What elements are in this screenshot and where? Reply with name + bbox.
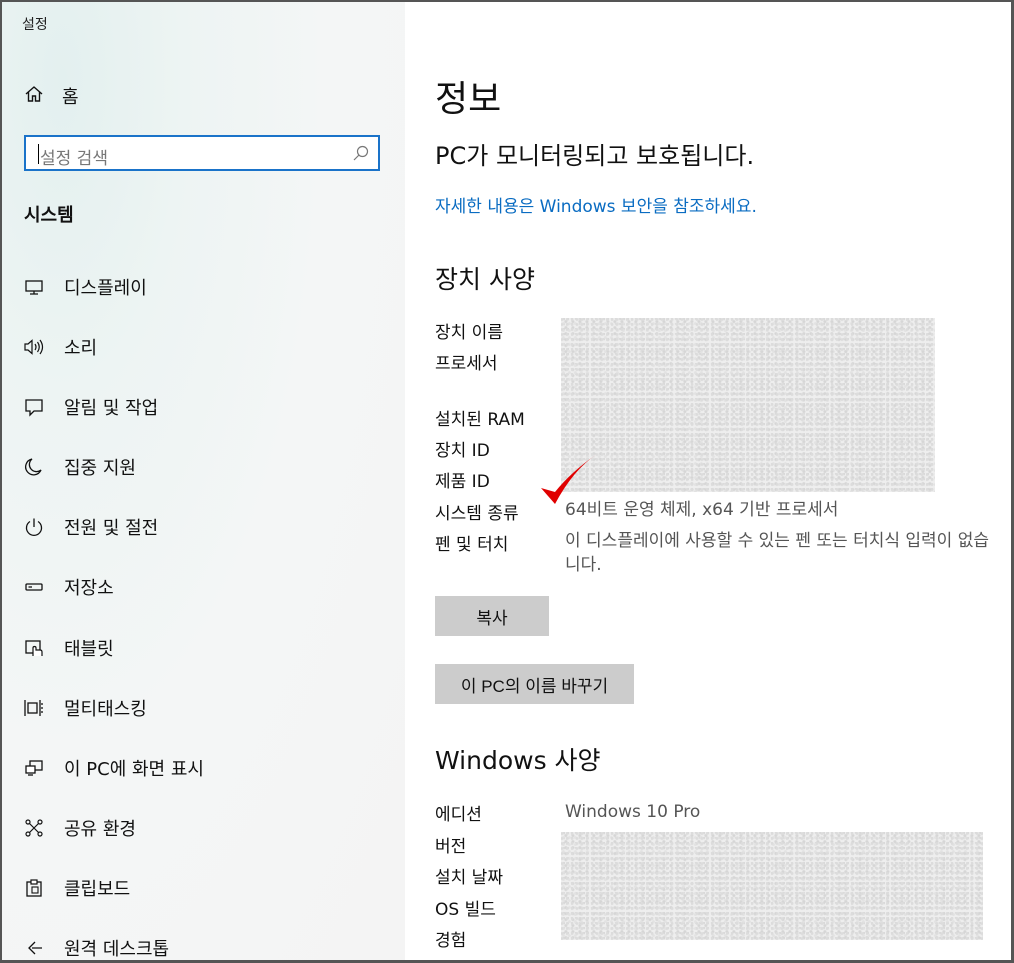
sidebar-item-sound[interactable]: 소리 xyxy=(22,332,97,362)
sidebar-item-project[interactable]: 이 PC에 화면 표시 xyxy=(22,753,204,783)
sidebar-item-display[interactable]: 디스플레이 xyxy=(22,272,147,302)
home-nav[interactable]: 홈 xyxy=(24,82,79,110)
pen-touch-label: 펜 및 터치 xyxy=(435,535,509,555)
sidebar-item-focus-assist[interactable]: 집중 지원 xyxy=(22,452,136,482)
redacted-device-info xyxy=(561,318,935,492)
multitasking-icon xyxy=(22,696,46,720)
share-icon xyxy=(22,816,46,840)
speaker-icon xyxy=(22,335,46,359)
edition-label: 에디션 xyxy=(435,805,482,825)
main-content: 정보 PC가 모니터링되고 보호됩니다. 자세한 내용은 Windows 보안을… xyxy=(405,2,1011,960)
remote-desktop-icon xyxy=(22,936,46,960)
sidebar-item-notifications[interactable]: 알림 및 작업 xyxy=(22,392,158,422)
redacted-windows-info xyxy=(561,832,983,940)
clipboard-icon xyxy=(22,876,46,900)
sidebar-item-label: 디스플레이 xyxy=(64,278,147,299)
os-build-label: OS 빌드 xyxy=(435,900,496,920)
ram-label: 설치된 RAM xyxy=(435,410,525,430)
windows-specs-heading: Windows 사양 xyxy=(435,746,601,775)
search-input[interactable]: 설정 검색 xyxy=(24,135,380,171)
project-icon xyxy=(22,756,46,780)
section-label: 시스템 xyxy=(24,205,74,226)
page-title: 정보 xyxy=(435,79,502,120)
install-date-label: 설치 날짜 xyxy=(435,868,503,888)
power-icon xyxy=(22,515,46,539)
search-placeholder: 설정 검색 xyxy=(40,149,108,169)
security-link[interactable]: 자세한 내용은 Windows 보안을 참조하세요. xyxy=(435,192,757,217)
system-type-value: 64비트 운영 체제, x64 기반 프로세서 xyxy=(565,500,839,520)
device-name-label: 장치 이름 xyxy=(435,323,503,343)
sidebar-item-label: 공유 환경 xyxy=(64,819,136,840)
sidebar-item-label: 클립보드 xyxy=(64,879,131,900)
sidebar-item-multitasking[interactable]: 멀티태스킹 xyxy=(22,693,147,723)
monitor-icon xyxy=(22,275,46,299)
pen-touch-value: 이 디스플레이에 사용할 수 있는 펜 또는 터치식 입력이 없습니다. xyxy=(565,531,989,575)
sidebar-item-label: 태블릿 xyxy=(64,639,114,660)
edition-value: Windows 10 Pro xyxy=(565,802,701,822)
sidebar-item-label: 소리 xyxy=(64,338,98,359)
sidebar: 설정 홈 설정 검색 시스템 디스플레이 소리 알림 및 작업 집중 지원 전원… xyxy=(2,2,405,960)
sidebar-item-power[interactable]: 전원 및 절전 xyxy=(22,512,158,542)
copy-button[interactable]: 복사 xyxy=(435,596,549,636)
sidebar-item-label: 알림 및 작업 xyxy=(64,398,159,419)
home-icon xyxy=(24,84,44,108)
sidebar-item-label: 저장소 xyxy=(64,578,114,599)
sidebar-item-shared-experiences[interactable]: 공유 환경 xyxy=(22,813,136,843)
sidebar-item-tablet[interactable]: 태블릿 xyxy=(22,633,114,663)
sidebar-item-label: 이 PC에 화면 표시 xyxy=(64,759,204,780)
system-type-label: 시스템 종류 xyxy=(435,504,519,524)
device-specs-heading: 장치 사양 xyxy=(435,265,535,294)
processor-label: 프로세서 xyxy=(435,354,498,374)
experience-label: 경험 xyxy=(435,931,467,951)
sidebar-item-label: 멀티태스킹 xyxy=(64,699,147,720)
settings-window: 설정 홈 설정 검색 시스템 디스플레이 소리 알림 및 작업 집중 지원 전원… xyxy=(2,2,1011,960)
product-id-label: 제품 ID xyxy=(435,472,490,492)
storage-icon xyxy=(22,575,46,599)
sidebar-item-remote-desktop[interactable]: 원격 데스크톱 xyxy=(22,933,169,960)
rename-pc-button[interactable]: 이 PC의 이름 바꾸기 xyxy=(435,664,634,704)
device-id-label: 장치 ID xyxy=(435,441,490,461)
moon-icon xyxy=(22,455,46,479)
protection-status: PC가 모니터링되고 보호됩니다. xyxy=(435,142,755,170)
search-icon[interactable] xyxy=(352,144,370,166)
sidebar-item-storage[interactable]: 저장소 xyxy=(22,572,114,602)
sidebar-item-label: 원격 데스크톱 xyxy=(64,939,170,960)
sidebar-item-label: 집중 지원 xyxy=(64,458,136,479)
text-caret xyxy=(38,144,39,164)
sidebar-item-label: 전원 및 절전 xyxy=(64,518,159,539)
version-label: 버전 xyxy=(435,837,467,857)
sidebar-item-clipboard[interactable]: 클립보드 xyxy=(22,873,130,903)
tablet-icon xyxy=(22,636,46,660)
notification-icon xyxy=(22,395,46,419)
home-label: 홈 xyxy=(62,87,79,108)
app-title: 설정 xyxy=(22,17,48,33)
